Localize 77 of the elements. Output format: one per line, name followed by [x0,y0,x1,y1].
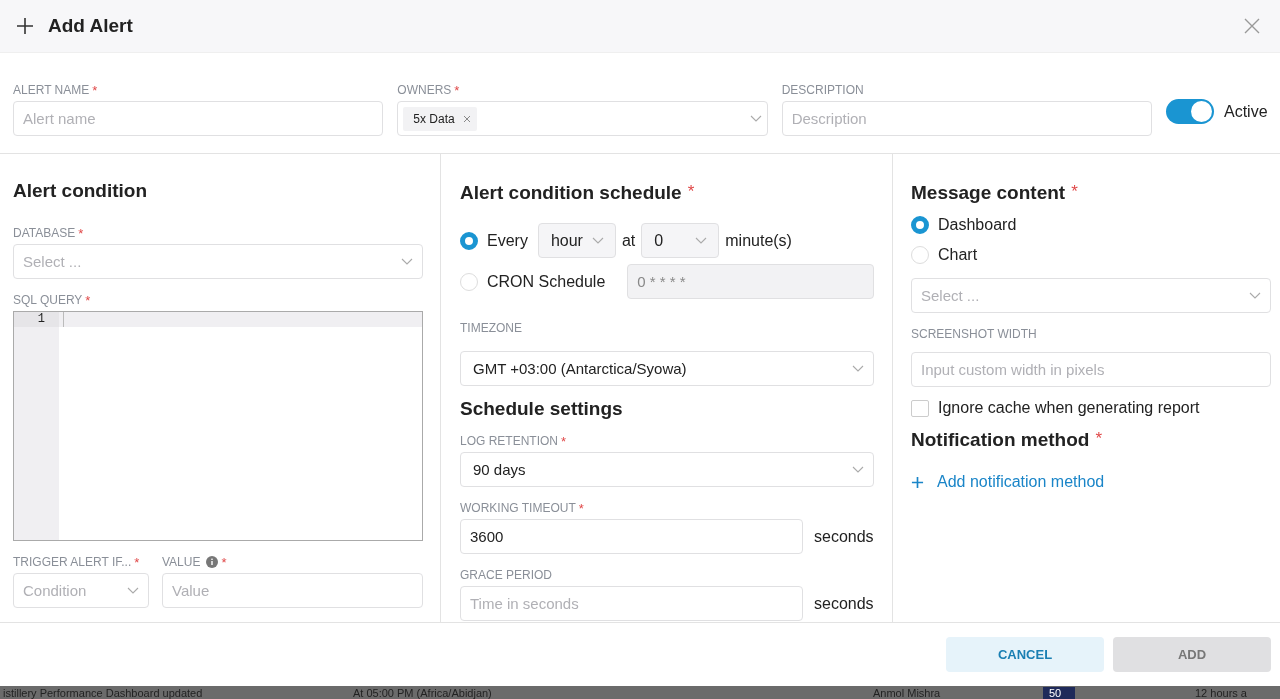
chevron-down-icon [749,115,762,122]
required-mark: * [78,225,84,241]
field-label: OWNERS [397,83,452,97]
radio-button[interactable] [911,216,929,234]
plus-icon [911,475,924,489]
at-label: at [621,231,636,250]
section-title: Message content [911,182,1066,204]
required-mark: * [85,292,91,308]
field-label: TRIGGER ALERT IF... [13,555,132,569]
field-label: GRACE PERIOD [460,568,552,582]
required-mark: * [1095,429,1102,449]
required-mark: * [687,182,695,202]
sql-editor[interactable]: 1 [13,311,423,541]
table-cell-text: At 05:00 PM (Africa/Abidjan) [353,686,493,699]
plus-icon [16,17,34,35]
add-notification-link[interactable]: Add notification method [937,473,1105,491]
field-label: SQL QUERY [13,293,83,307]
table-cell: 12 hours a [1195,686,1247,699]
chevron-down-icon [695,237,708,244]
minutes-label: minute(s) [725,231,792,250]
chevron-down-icon [591,237,604,244]
owners-select[interactable]: 5x Data [397,101,768,136]
table-cell-text: istillery Performance Dashboard updated [3,686,204,699]
text-field[interactable]: Alert name [13,101,384,136]
required-mark: * [561,433,567,449]
unit-label: seconds [814,594,874,613]
text-field[interactable]: Description [781,101,1152,136]
timezone-select[interactable]: GMT +03:00 (Antarctica/Syowa) [460,351,874,386]
table-cell-text: Anmol Mishra [873,686,942,699]
section-title: Alert condition [13,180,149,202]
radio-label: Every [487,231,528,250]
required-mark: * [221,554,227,570]
field-label: DESCRIPTION [781,83,864,97]
field-label: WORKING TIMEOUT [460,501,576,515]
close-icon[interactable] [1244,18,1260,34]
retention-select[interactable]: 90 days [460,452,874,487]
count-badge: 50 [1043,686,1075,699]
line-number: 1 [14,312,59,327]
seconds-field[interactable]: 3600 [460,519,803,554]
field-label: TIMEZONE [460,321,522,335]
chevron-down-icon [852,365,864,372]
required-mark: * [92,82,98,98]
section-title: Schedule settings [460,398,624,420]
checkbox[interactable] [911,399,929,417]
required-mark: * [454,82,460,98]
unit-select[interactable]: hour [537,223,616,258]
chevron-down-icon [127,587,139,594]
chevron-down-icon [852,466,864,473]
field-label: VALUE [162,555,201,569]
radio-label: Dashboard [938,216,1017,234]
field-label: SCREENSHOT WIDTH [911,327,1037,341]
required-mark: * [1071,182,1078,202]
modal-title: Add Alert [48,15,134,37]
toggle-label: Active [1224,102,1268,121]
info-icon [206,556,219,568]
required-mark: * [578,500,584,516]
chevron-down-icon [401,258,413,265]
remove-icon[interactable] [462,114,471,123]
active-toggle[interactable] [1166,99,1214,124]
section-title: Alert condition schedule [460,182,682,204]
value-field[interactable]: Value [162,573,423,608]
owner-tag: 5x Data [403,106,477,131]
field-label: LOG RETENTION [460,434,558,448]
radio-button[interactable] [460,231,478,250]
footer-button[interactable]: CANCEL [946,637,1104,672]
required-mark: * [134,554,140,570]
seconds-field[interactable]: Time in seconds [460,586,803,621]
width-field[interactable]: Input custom width in pixels [911,352,1271,387]
minute-select[interactable]: 0 [641,223,720,258]
unit-label: seconds [814,527,874,546]
field-label: ALERT NAME [13,83,90,97]
chevron-down-icon [1249,292,1261,299]
section-title: Notification method [911,429,1090,451]
checkbox-label: Ignore cache when generating report [938,399,1200,417]
field-label: DATABASE [13,226,76,240]
radio-label: Chart [938,246,978,264]
radio-label: CRON Schedule [487,272,606,291]
